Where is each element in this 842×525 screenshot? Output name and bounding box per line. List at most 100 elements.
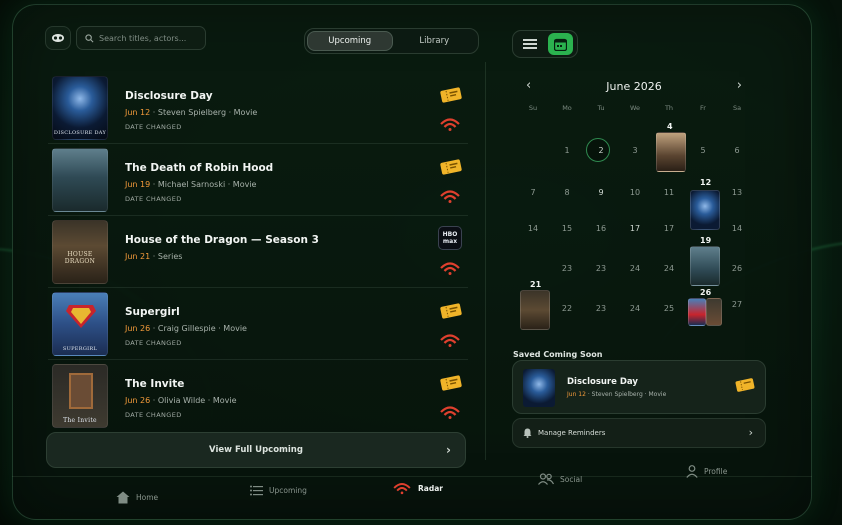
calendar-day-marked: 12: [700, 178, 712, 187]
poster-disclosure-day: DISCLOSURE DAY: [52, 76, 108, 140]
calendar-view-button[interactable]: [548, 33, 573, 55]
item-title: The Death of Robin Hood: [125, 162, 274, 174]
status-badge: DATE CHANGED: [125, 411, 182, 419]
calendar-day[interactable]: 24: [618, 304, 652, 313]
item-credits: · Olivia Wilde · Movie: [152, 396, 237, 405]
calendar-day[interactable]: 23: [584, 304, 618, 313]
calendar-icon: [554, 38, 567, 51]
item-date: Jun 12: [125, 108, 151, 117]
view-full-upcoming-button[interactable]: View Full Upcoming ›: [46, 432, 466, 468]
calendar-day[interactable]: 3: [618, 146, 652, 155]
radar-icon[interactable]: [439, 404, 461, 420]
max-label: max: [442, 238, 458, 245]
ticket-icon[interactable]: [440, 158, 462, 176]
ticket-icon[interactable]: [440, 374, 462, 392]
calendar-day[interactable]: 1: [550, 146, 584, 155]
home-icon: [116, 491, 130, 504]
calendar-day[interactable]: 22: [550, 304, 584, 313]
calendar-day-today[interactable]: 2: [584, 146, 618, 155]
item-credits: · Craig Gillespie · Movie: [152, 324, 247, 333]
calendar-day[interactable]: 10: [618, 188, 652, 197]
calendar-day[interactable]: 15: [550, 224, 584, 233]
calendar-day[interactable]: 9: [584, 188, 618, 197]
ticket-icon[interactable]: [735, 377, 755, 393]
panel-divider: [485, 62, 486, 460]
item-date: Jun 26: [125, 396, 151, 405]
calendar-day[interactable]: 5: [686, 146, 720, 155]
ticket-icon[interactable]: [440, 86, 462, 104]
tab-label: Social: [560, 474, 583, 484]
tab-radar[interactable]: Radar: [392, 481, 443, 495]
calendar-poster[interactable]: [688, 298, 706, 326]
tab-social[interactable]: Social: [538, 473, 582, 485]
item-date: Jun 26: [125, 324, 151, 333]
calendar-poster[interactable]: [690, 190, 720, 230]
list-item[interactable]: The Invite The Invite Jun 26 · Olivia Wi…: [48, 360, 468, 432]
dow-label: Th: [664, 104, 674, 112]
item-meta: Jun 26 · Craig Gillespie · Movie: [125, 324, 247, 333]
app-logo-button[interactable]: [45, 26, 71, 50]
radar-icon[interactable]: [439, 188, 461, 204]
calendar-day[interactable]: 14: [516, 224, 550, 233]
list-view-button[interactable]: [517, 33, 542, 55]
calendar-view-toggle: [512, 30, 578, 58]
tab-label: Profile: [704, 467, 728, 476]
saved-poster: [523, 369, 555, 407]
calendar-day[interactable]: 26: [720, 264, 754, 273]
poster-title: DISCLOSURE DAY: [53, 130, 107, 136]
users-icon: [538, 473, 554, 485]
calendar-day[interactable]: 23: [550, 264, 584, 273]
calendar-day[interactable]: 8: [550, 188, 584, 197]
item-title: House of the Dragon — Season 3: [125, 234, 319, 246]
radar-icon[interactable]: [439, 116, 461, 132]
calendar-day[interactable]: 24: [618, 264, 652, 273]
hbo-max-logo[interactable]: HBO max: [438, 226, 462, 250]
tab-upcoming[interactable]: Upcoming: [250, 485, 307, 496]
segment-library[interactable]: Library: [393, 31, 477, 51]
poster-door: [69, 373, 93, 409]
dow-label: Mo: [562, 104, 572, 112]
list-icon: [522, 39, 537, 49]
segment-upcoming[interactable]: Upcoming: [307, 31, 393, 51]
calendar-day[interactable]: 17: [618, 224, 652, 233]
calendar-day[interactable]: 25: [652, 304, 686, 313]
list-item[interactable]: The Death of Robin Hood Jun 19 · Michael…: [48, 144, 468, 216]
poster-the-invite: The Invite: [52, 364, 108, 428]
item-meta: Jun 19 · Michael Sarnoski · Movie: [125, 180, 256, 189]
tab-profile[interactable]: Profile: [686, 465, 727, 478]
list-item[interactable]: DISCLOSURE DAY Disclosure Day Jun 12 · S…: [48, 72, 468, 144]
poster-supergirl: SUPERGIRL: [52, 292, 108, 356]
calendar-day[interactable]: 17: [652, 224, 686, 233]
bell-icon: [523, 428, 532, 438]
manage-reminders-button[interactable]: Manage Reminders ›: [512, 418, 766, 448]
poster-house-of-the-dragon: HOUSE DRAGON: [52, 220, 108, 284]
calendar-day[interactable]: 6: [720, 146, 754, 155]
radar-icon[interactable]: [439, 332, 461, 348]
list-item[interactable]: HOUSE DRAGON House of the Dragon — Seaso…: [48, 216, 468, 288]
calendar-day[interactable]: 16: [584, 224, 618, 233]
calendar-day[interactable]: 13: [720, 188, 754, 197]
calendar-day[interactable]: 23: [584, 264, 618, 273]
calendar-day[interactable]: 7: [516, 188, 550, 197]
mask-icon: [52, 34, 64, 42]
search-input[interactable]: Search titles, actors...: [76, 26, 206, 50]
calendar-day[interactable]: 14: [720, 224, 754, 233]
next-month-button[interactable]: ›: [737, 78, 742, 93]
item-credits: · Series: [152, 252, 183, 261]
saved-credits: · Steven Spielberg · Movie: [587, 391, 667, 398]
dow-label: Tu: [597, 104, 605, 112]
list-item[interactable]: SUPERGIRL Supergirl Jun 26 · Craig Gille…: [48, 288, 468, 360]
calendar-day[interactable]: 11: [652, 188, 686, 197]
ticket-icon[interactable]: [440, 302, 462, 320]
calendar-poster[interactable]: [656, 132, 686, 172]
calendar-day[interactable]: 27: [720, 300, 754, 309]
calendar-day[interactable]: 24: [652, 264, 686, 273]
status-badge: DATE CHANGED: [125, 195, 182, 203]
calendar-poster[interactable]: [520, 290, 550, 330]
bottom-tab-bar: Home Upcoming Radar Social Profile: [12, 465, 812, 520]
saved-item-card[interactable]: Disclosure Day Jun 12 · Steven Spielberg…: [512, 360, 766, 414]
radar-icon[interactable]: [439, 260, 461, 276]
chevron-right-icon: ›: [748, 426, 753, 439]
tab-home[interactable]: Home: [116, 491, 158, 504]
calendar-poster[interactable]: [690, 246, 720, 286]
